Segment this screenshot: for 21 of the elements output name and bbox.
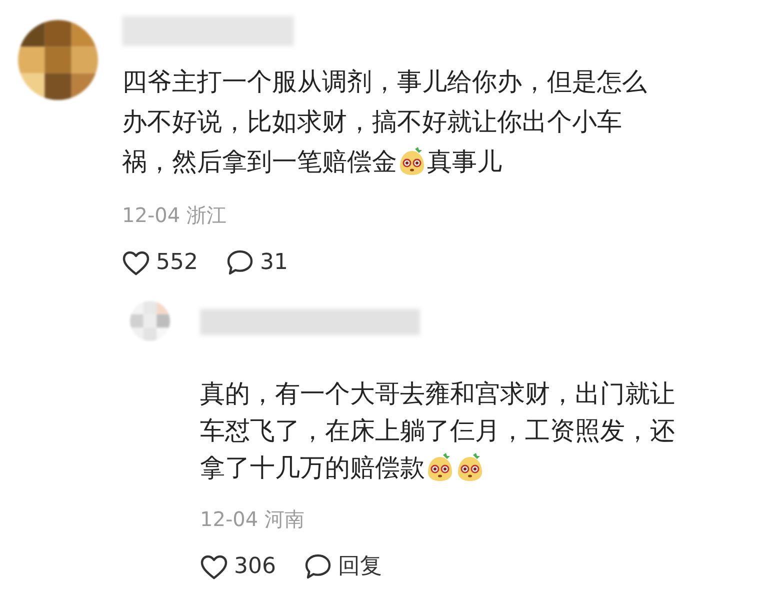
like-count: 306 [234,553,276,581]
comment-text: 拿了十几万的赔偿款 [200,453,425,482]
comment-text: 真事儿 [427,147,502,176]
heart-icon[interactable] [200,554,228,580]
comment-text: 办不好说，比如求财，搞不好就让你出个小车 [122,107,622,136]
comment-text: 真的，有一个大哥去雍和宫求财，出门就让 [200,379,675,408]
comment-meta: 12-04 浙江 [122,202,228,229]
heart-icon[interactable] [122,250,150,276]
comment-icon[interactable] [226,249,254,276]
emoji-icon [398,146,426,176]
avatar[interactable] [18,20,98,100]
comment-icon[interactable] [304,553,332,580]
comment-text: 祸，然后拿到一笔赔偿金 [122,147,397,176]
comment-text: 四爷主打一个服从调剂，事儿给你办，但是怎么 [122,67,647,96]
comment-text: 车怼飞了，在床上躺了仨月，工资照发，还 [200,416,675,445]
emoji-icon [426,452,454,482]
like-count: 552 [156,249,198,277]
reply-count: 31 [260,249,288,277]
reply-button[interactable]: 回复 [338,550,382,583]
emoji-icon [456,452,484,482]
comment-meta: 12-04 河南 [200,506,306,533]
